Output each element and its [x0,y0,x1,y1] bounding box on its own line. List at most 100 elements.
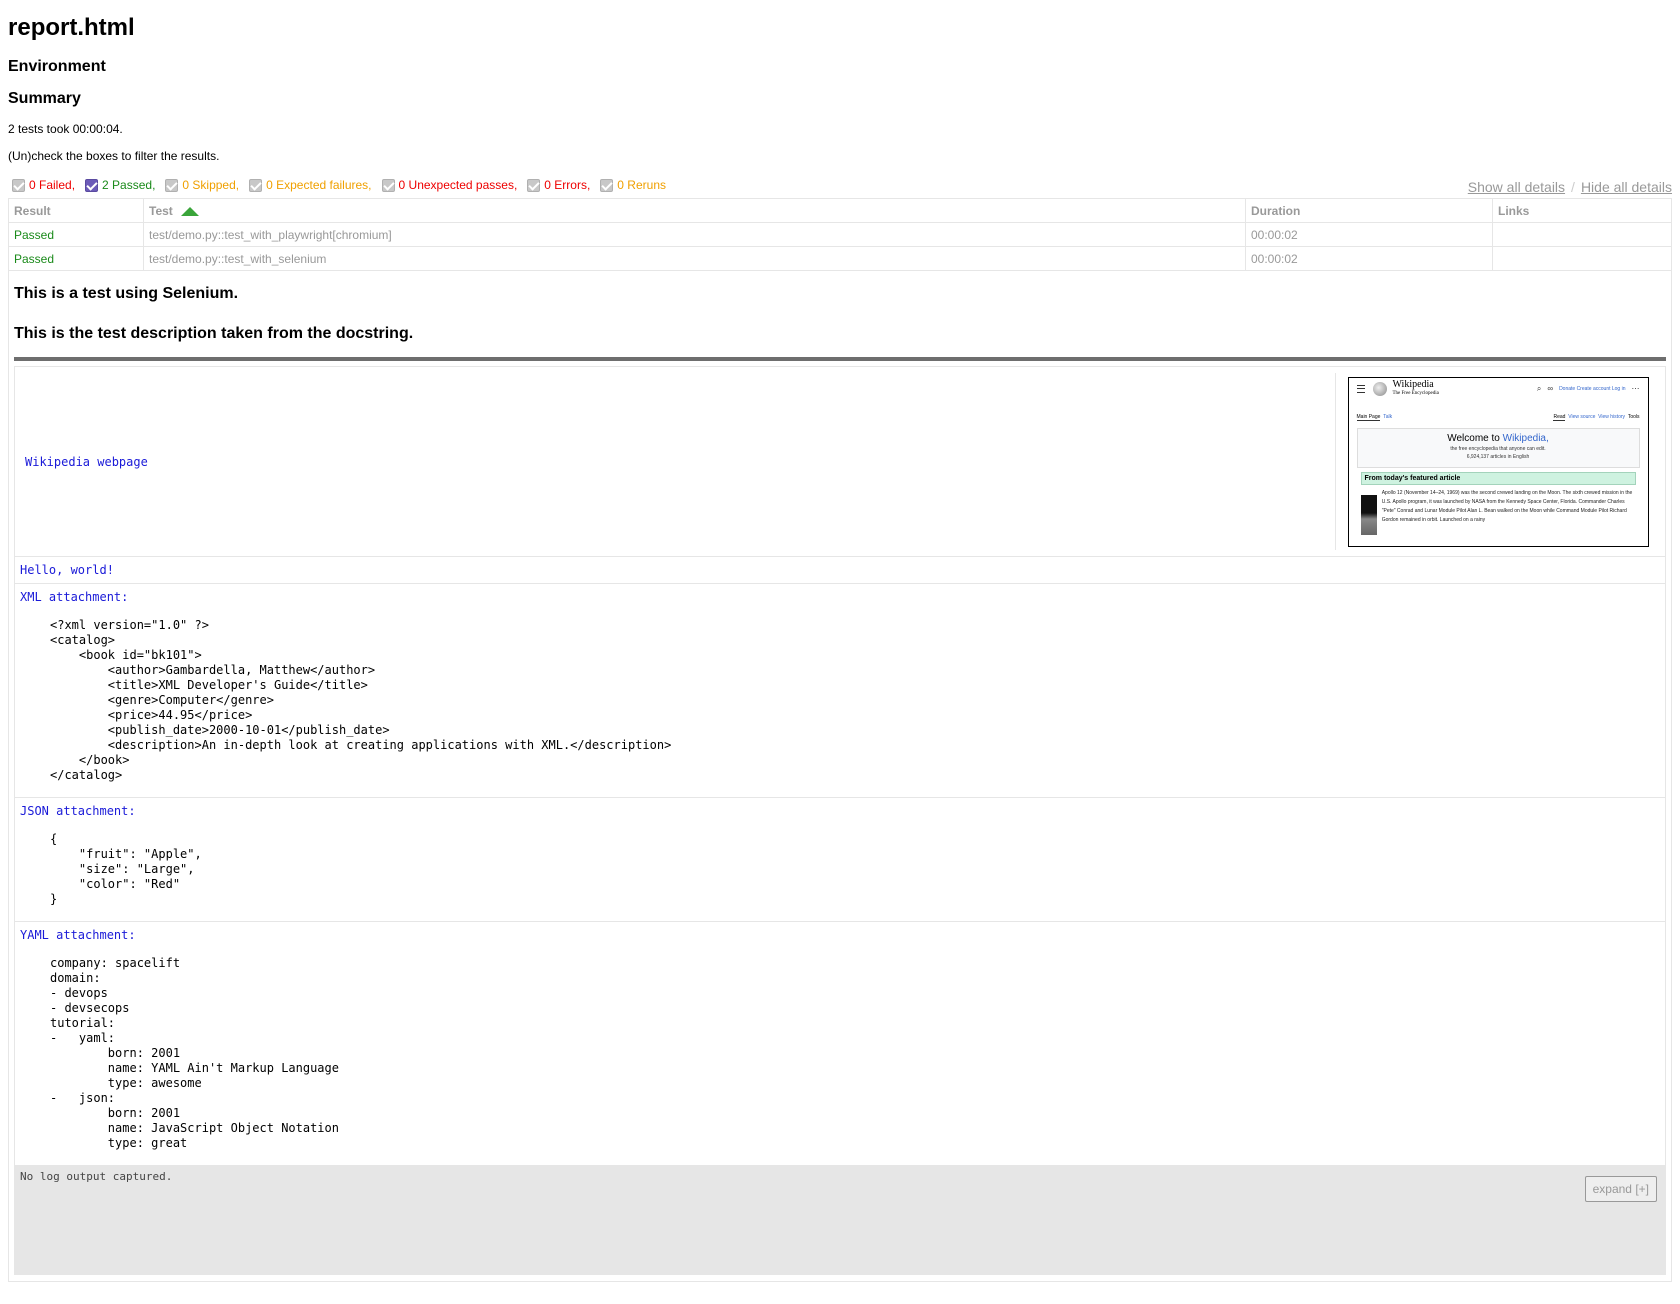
search-icon: ⌕ [1536,383,1542,393]
json-attachment-code: { "fruit": "Apple", "size": "Large", "co… [50,832,202,906]
test-cell: test/demo.py::test_with_playwright[chrom… [143,222,1246,247]
details-links-separator: / [1571,179,1575,195]
glasses-icon: ∞ [1547,384,1554,393]
links-cell [1492,222,1672,247]
filter-hint: (Un)check the boxes to filter the result… [8,149,220,163]
wt-welcome-link: Wikipedia, [1502,432,1549,444]
filter-errors-checkbox[interactable] [527,178,541,192]
wt-featured-text: Apollo 12 (November 14–24, 1969) was the… [1381,489,1633,523]
wt-header-right: ⌕ ∞ Donate Create account Log in ⋯ [1537,384,1640,394]
environment-heading[interactable]: Environment [8,58,1672,76]
test-description-line-2: This is the test description taken from … [14,325,414,342]
page-title: report.html [8,14,135,41]
wt-tabs-right: Read View source View history Tools [1553,413,1640,421]
wt-welcome-line: Welcome to Wikipedia, [1358,433,1639,444]
result-cell: Passed [8,222,144,247]
filter-unexpected-passes-label: 0 Unexpected passes, [398,178,518,192]
xml-attachment-code: <?xml version="1.0" ?> <catalog> <book i… [50,618,672,782]
yaml-attachment-label: YAML attachment: [20,928,136,942]
wt-logo-text: Wikipedia The Free Encyclopedia [1392,378,1439,398]
wt-tab-view-history: View history [1598,413,1626,420]
menu-icon [1356,384,1365,393]
yaml-attachment-code: company: spacelift domain: - devops - de… [50,956,339,1150]
wikipedia-globe-icon [1372,381,1387,396]
filter-errors-label: 0 Errors, [544,178,591,192]
json-attachment: JSON attachment: { "fruit": "Apple", "si… [14,798,1666,922]
filter-errors[interactable]: 0 Errors, [523,178,590,192]
test-description-line-1: This is a test using Selenium. [14,285,239,302]
filter-expected-failures[interactable]: 0 Expected failures, [245,178,372,192]
filter-skipped-checkbox[interactable] [165,178,179,192]
filter-passed[interactable]: 2 Passed, [81,178,155,192]
header-duration[interactable]: Duration [1245,198,1493,223]
xml-attachment: XML attachment: <?xml version="1.0" ?> <… [14,584,1666,798]
wt-featured-image [1360,494,1377,535]
show-all-details-link[interactable]: Show all details [1468,179,1565,195]
test-cell: test/demo.py::test_with_selenium [143,246,1246,271]
wt-featured-heading: From today's featured article [1360,471,1636,485]
wt-article-count: 6,924,137 articles in English [1466,453,1530,460]
header-result[interactable]: Result [8,198,144,223]
filter-passed-label: 2 Passed, [102,178,156,192]
links-cell [1492,246,1672,271]
filter-reruns-label: 0 Reruns [617,178,666,192]
filter-reruns[interactable]: 0 Reruns [596,178,666,192]
header-links: Links [1492,198,1672,223]
wt-tab-read: Read [1553,413,1566,421]
hello-world-attachment: Hello, world! [14,557,1666,584]
wt-tab-view-source: View source [1568,413,1596,420]
sort-ascending-icon [180,206,199,216]
wt-tab-main: Main Page [1356,413,1381,421]
wt-header: Wikipedia The Free Encyclopedia ⌕ ∞ Donate … [1349,378,1648,400]
json-attachment-label: JSON attachment: [20,804,136,818]
wikipedia-link[interactable]: Wikipedia webpage [20,373,1336,550]
results-table: Result Test Duration Links Passed test/d… [8,198,1672,271]
wt-welcome-box: Welcome to Wikipedia, the free encyclope… [1356,427,1640,468]
result-cell: Passed [8,246,144,271]
report-page: report.html Environment Summary 2 tests … [0,14,1680,1282]
wt-tab-talk: Talk [1383,413,1393,420]
details-toggle-links: Show all details / Hide all details [1468,179,1672,195]
duration-cell: 00:00:02 [1245,246,1493,271]
header-test-label: Test [149,203,173,218]
yaml-attachment: YAML attachment: company: spacelift doma… [14,922,1666,1166]
duration-cell: 00:00:02 [1245,222,1493,247]
wikipedia-attachment-row: Wikipedia webpage Wikipedia The Free Ency… [14,366,1666,557]
filter-unexpected-passes[interactable]: 0 Unexpected passes, [378,178,518,192]
filter-unexpected-passes-checkbox[interactable] [381,178,395,192]
wt-featured-body: Apollo 12 (November 14–24, 1969) was the… [1360,489,1636,535]
wt-tagline: The Free Encyclopedia [1392,390,1439,396]
wt-tab-tools: Tools [1627,413,1640,420]
summary-text: 2 tests took 00:00:04. [8,122,123,136]
wt-tabs: Main Page Talk Read View source View his… [1349,413,1648,421]
filter-expected-failures-checkbox[interactable] [249,178,263,192]
header-test[interactable]: Test [143,198,1246,223]
filter-expected-failures-label: 0 Expected failures, [266,178,372,192]
summary-heading: Summary [8,90,81,107]
log-output-panel: No log output captured. expand [+] [14,1166,1666,1275]
filter-failed-label: 0 Failed, [29,178,76,192]
log-output-text: No log output captured. [20,1170,173,1183]
filter-passed-checkbox[interactable] [85,178,99,192]
table-row[interactable]: Passed test/demo.py::test_with_selenium … [8,246,1672,271]
wt-wordmark: Wikipedia [1392,378,1434,390]
filter-failed[interactable]: 0 Failed, [8,178,75,192]
wikipedia-screenshot-thumbnail[interactable]: Wikipedia The Free Encyclopedia ⌕ ∞ Donate … [1347,376,1649,547]
filter-failed-checkbox[interactable] [12,178,25,192]
screenshot-cell: Wikipedia The Free Encyclopedia ⌕ ∞ Donate … [1336,373,1660,550]
test-details-panel: This is a test using Selenium. This is t… [8,271,1672,1282]
hide-all-details-link[interactable]: Hide all details [1581,179,1672,195]
filter-bar: 0 Failed, 2 Passed, 0 Skipped, 0 Expecte… [8,176,1672,195]
filter-skipped-label: 0 Skipped, [182,178,240,192]
wt-welcome-sub: the free encyclopedia that anyone can ed… [1450,445,1546,452]
expand-log-button[interactable]: expand [+] [1584,1176,1657,1202]
table-row[interactable]: Passed test/demo.py::test_with_playwrigh… [8,222,1672,247]
filter-skipped[interactable]: 0 Skipped, [161,178,239,192]
xml-attachment-label: XML attachment: [20,590,129,604]
more-icon: ⋯ [1631,384,1640,393]
wt-account-links: Donate Create account Log in [1559,385,1626,392]
wt-welcome-prefix: Welcome to [1447,432,1503,444]
wt-tabs-left: Main Page Talk [1356,413,1393,421]
filter-reruns-checkbox[interactable] [600,178,614,192]
details-divider [14,357,1666,361]
